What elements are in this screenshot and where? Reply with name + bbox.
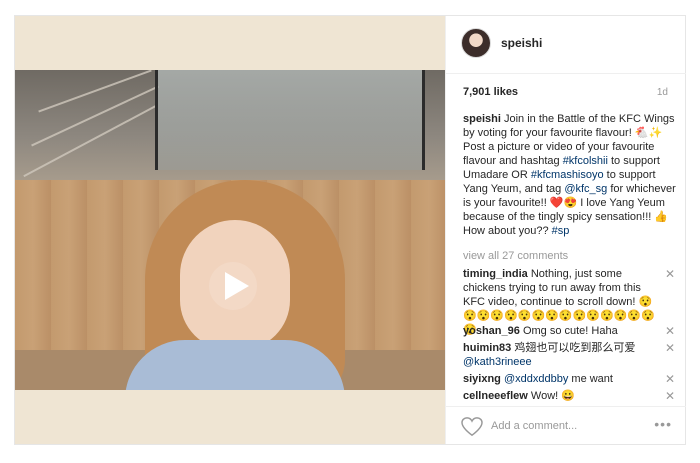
heart-icon[interactable] — [461, 417, 483, 437]
avatar[interactable] — [461, 28, 491, 58]
comment-text: Wow! 😀 — [530, 390, 575, 402]
comment-text: me want — [571, 373, 613, 385]
more-options-icon[interactable]: ••• — [654, 416, 672, 432]
video-player[interactable] — [15, 70, 445, 390]
close-icon[interactable]: ✕ — [665, 324, 675, 338]
comment-username[interactable]: huimin83 — [463, 342, 511, 354]
hashtag-kfcmashisoyo[interactable]: #kfcmashisoyo — [531, 169, 604, 181]
header-username[interactable]: speishi — [501, 36, 542, 50]
comment-username[interactable]: cellneeeflew — [463, 390, 528, 402]
comment-text: 鸡翅也可以吃到那么可爱 — [514, 342, 636, 354]
video-person-shirt — [125, 340, 345, 390]
caption: speishi Join in the Battle of the KFC Wi… — [463, 112, 678, 238]
caption-username[interactable]: speishi — [463, 113, 501, 125]
close-icon[interactable]: ✕ — [665, 372, 675, 386]
post-header: speishi — [446, 16, 686, 74]
post-sidebar: speishi 7,901 likes 1d speishi Join in t… — [445, 16, 686, 444]
post-footer: Add a comment... ••• — [446, 406, 686, 444]
comment-item: cellneeeflew Wow! 😀 — [463, 389, 663, 403]
view-all-comments-link[interactable]: view all 27 comments — [463, 250, 568, 262]
add-comment-input[interactable]: Add a comment... — [491, 420, 577, 432]
mention-kfc-sg[interactable]: @kfc_sg — [564, 183, 607, 195]
media-area — [15, 16, 445, 444]
comment-mention[interactable]: @xddxddbby — [504, 373, 568, 385]
comment-item: huimin83 鸡翅也可以吃到那么可爱 @kath3rineee — [463, 341, 663, 369]
like-count[interactable]: 7,901 likes — [463, 86, 518, 98]
comment-username[interactable]: timing_india — [463, 268, 528, 280]
video-ceiling — [15, 70, 445, 180]
close-icon[interactable]: ✕ — [665, 389, 675, 403]
comment-item: siyixng @xddxddbby me want — [463, 372, 663, 386]
play-icon[interactable] — [209, 262, 257, 310]
hashtag-kfcolshii[interactable]: #kfcolshii — [563, 155, 608, 167]
comment-text: Omg so cute! Haha — [522, 325, 618, 337]
close-icon[interactable]: ✕ — [665, 341, 675, 355]
comment-mention[interactable]: @kath3rineee — [463, 356, 532, 368]
comment-item: yoshan_96 Omg so cute! Haha — [463, 324, 663, 338]
comment-username[interactable]: yoshan_96 — [463, 325, 520, 337]
comment-username[interactable]: siyixng — [463, 373, 501, 385]
post-card: speishi 7,901 likes 1d speishi Join in t… — [14, 15, 686, 445]
hashtag-sp[interactable]: #sp — [552, 225, 570, 237]
close-icon[interactable]: ✕ — [665, 267, 675, 281]
post-age[interactable]: 1d — [657, 87, 668, 98]
